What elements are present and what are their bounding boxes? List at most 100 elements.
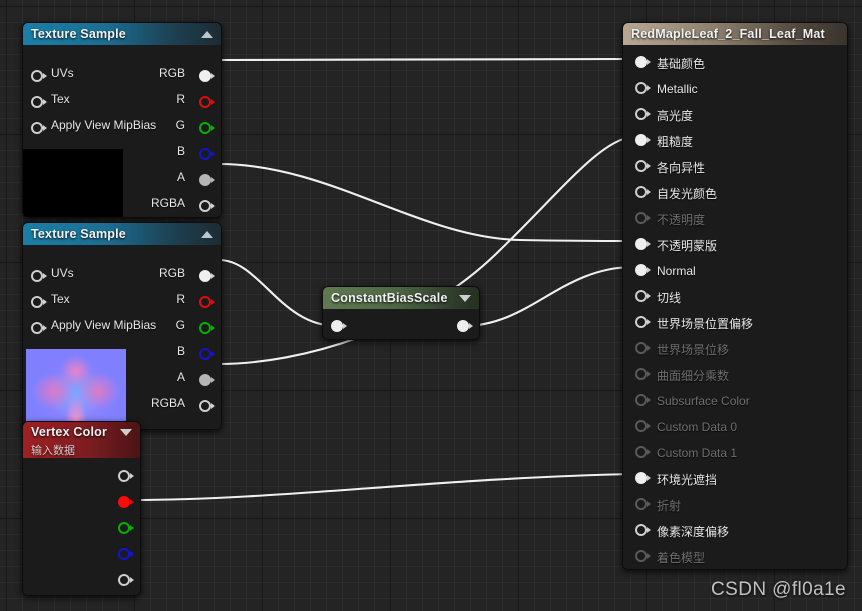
material-pin-6[interactable] (635, 212, 651, 226)
material-pin-row[interactable]: 着色模型 (623, 544, 847, 569)
pin-rgba[interactable] (199, 200, 215, 214)
material-pin-label: 折射 (657, 498, 682, 513)
material-pin-8[interactable] (635, 264, 651, 278)
material-pin-row[interactable]: 自发光颜色 (623, 180, 847, 206)
material-pin-label: 曲面细分乘数 (657, 368, 730, 383)
material-pin-row[interactable]: Custom Data 0 (623, 414, 847, 440)
node-header[interactable]: Texture Sample (23, 23, 221, 45)
material-pin-row[interactable]: 不透明度 (623, 206, 847, 232)
caret-up-icon[interactable] (201, 230, 213, 238)
caret-down-icon[interactable] (120, 428, 132, 436)
node-texture-sample-1[interactable]: Texture Sample UVs Tex Apply View MipBia… (22, 22, 222, 218)
node-title: ConstantBiasScale (331, 291, 448, 305)
material-pin-row[interactable]: Subsurface Color (623, 388, 847, 414)
material-pin-row[interactable]: Normal (623, 258, 847, 284)
pin-label-rgb: RGB (158, 66, 185, 80)
material-pin-label: Custom Data 1 (657, 446, 738, 460)
material-pin-4[interactable] (635, 160, 651, 174)
pin-apply-view-mipbias[interactable] (31, 322, 47, 336)
material-pin-11[interactable] (635, 342, 651, 356)
pin-g[interactable] (199, 322, 215, 336)
material-pin-row[interactable]: 高光度 (623, 102, 847, 128)
material-pin-1[interactable] (635, 82, 651, 96)
material-pin-label: 切线 (657, 290, 682, 305)
texture-thumbnail (26, 349, 126, 429)
material-pin-row[interactable]: 曲面细分乘数 (623, 362, 847, 388)
pin-label-g: G (175, 318, 185, 332)
material-pin-16[interactable] (635, 472, 651, 486)
pin-label-rgba: RGBA (150, 396, 185, 410)
pin-apply-view-mipbias[interactable] (31, 122, 47, 136)
material-pin-19[interactable] (635, 550, 651, 564)
caret-down-icon[interactable] (459, 294, 471, 302)
material-pin-label: 粗糙度 (657, 134, 694, 149)
node-header[interactable]: RedMapleLeaf_2_Fall_Leaf_Mat (623, 23, 847, 45)
pin-g[interactable] (199, 122, 215, 136)
pin-label-r: R (176, 92, 185, 106)
pin-rgb[interactable] (199, 70, 215, 84)
material-pin-13[interactable] (635, 394, 651, 408)
node-header[interactable]: ConstantBiasScale (323, 287, 479, 309)
material-pin-label: 世界场景位置偏移 (657, 316, 754, 331)
pin-rgb[interactable] (199, 270, 215, 284)
node-header[interactable]: Vertex Color (23, 422, 140, 442)
material-pin-row[interactable]: Metallic (623, 76, 847, 102)
pin-rgba[interactable] (199, 400, 215, 414)
caret-up-icon[interactable] (201, 30, 213, 38)
pin-tex[interactable] (31, 96, 47, 110)
pin-b[interactable] (118, 548, 134, 562)
material-pin-12[interactable] (635, 368, 651, 382)
material-pin-row[interactable]: 粗糙度 (623, 128, 847, 154)
material-pin-row[interactable]: 折射 (623, 492, 847, 518)
material-pin-row[interactable]: 世界场景位移 (623, 336, 847, 362)
material-pin-10[interactable] (635, 316, 651, 330)
wire-rgb-to-basecolor (217, 57, 634, 62)
pin-b[interactable] (199, 148, 215, 162)
material-pin-row[interactable]: Custom Data 1 (623, 440, 847, 466)
pin-r[interactable] (199, 96, 215, 110)
pin-label-tex: Tex (51, 92, 70, 106)
material-pin-17[interactable] (635, 498, 651, 512)
node-header[interactable]: Texture Sample (23, 223, 221, 245)
pin-tex[interactable] (31, 296, 47, 310)
pin-uvs[interactable] (31, 70, 47, 84)
material-pin-row[interactable]: 基础颜色 (623, 50, 847, 76)
pin-input[interactable] (331, 320, 347, 334)
node-constant-bias-scale[interactable]: ConstantBiasScale (322, 286, 480, 340)
material-pin-9[interactable] (635, 290, 651, 304)
pin-a[interactable] (199, 174, 215, 188)
node-subtitle-bar: 输入数据 (23, 442, 140, 458)
pin-label-a: A (176, 370, 185, 384)
pin-output[interactable] (457, 320, 473, 334)
material-pin-7[interactable] (635, 238, 651, 252)
node-vertex-color[interactable]: Vertex Color 输入数据 (22, 421, 141, 596)
material-pin-row[interactable]: 各向异性 (623, 154, 847, 180)
material-pin-3[interactable] (635, 134, 651, 148)
pin-g[interactable] (118, 522, 134, 536)
material-pin-row[interactable]: 切线 (623, 284, 847, 310)
pin-r[interactable] (118, 496, 134, 510)
pin-b[interactable] (199, 348, 215, 362)
material-pin-row[interactable]: 像素深度偏移 (623, 518, 847, 544)
material-graph-canvas[interactable]: Texture Sample UVs Tex Apply View MipBia… (0, 0, 862, 611)
pin-a[interactable] (118, 574, 134, 588)
material-pin-row[interactable]: 环境光遮挡 (623, 466, 847, 492)
pin-r[interactable] (199, 296, 215, 310)
material-pin-2[interactable] (635, 108, 651, 122)
pin-a[interactable] (199, 374, 215, 388)
material-pin-label: 基础颜色 (657, 56, 706, 71)
node-material-output[interactable]: RedMapleLeaf_2_Fall_Leaf_Mat 基础颜色 Metalli… (622, 22, 848, 570)
pin-rgba[interactable] (118, 470, 134, 484)
material-pin-label: Metallic (657, 82, 698, 96)
material-pin-0[interactable] (635, 56, 651, 70)
material-pin-15[interactable] (635, 446, 651, 460)
material-pin-14[interactable] (635, 420, 651, 434)
material-pin-18[interactable] (635, 524, 651, 538)
pin-label-a: A (176, 170, 185, 184)
material-pin-row[interactable]: 不透明蒙版 (623, 232, 847, 258)
pin-uvs[interactable] (31, 270, 47, 284)
material-pin-5[interactable] (635, 186, 651, 200)
node-texture-sample-2[interactable]: Texture Sample UVs Tex Apply View MipBia… (22, 222, 222, 430)
material-pin-row[interactable]: 世界场景位置偏移 (623, 310, 847, 336)
pin-label-g: G (175, 118, 185, 132)
